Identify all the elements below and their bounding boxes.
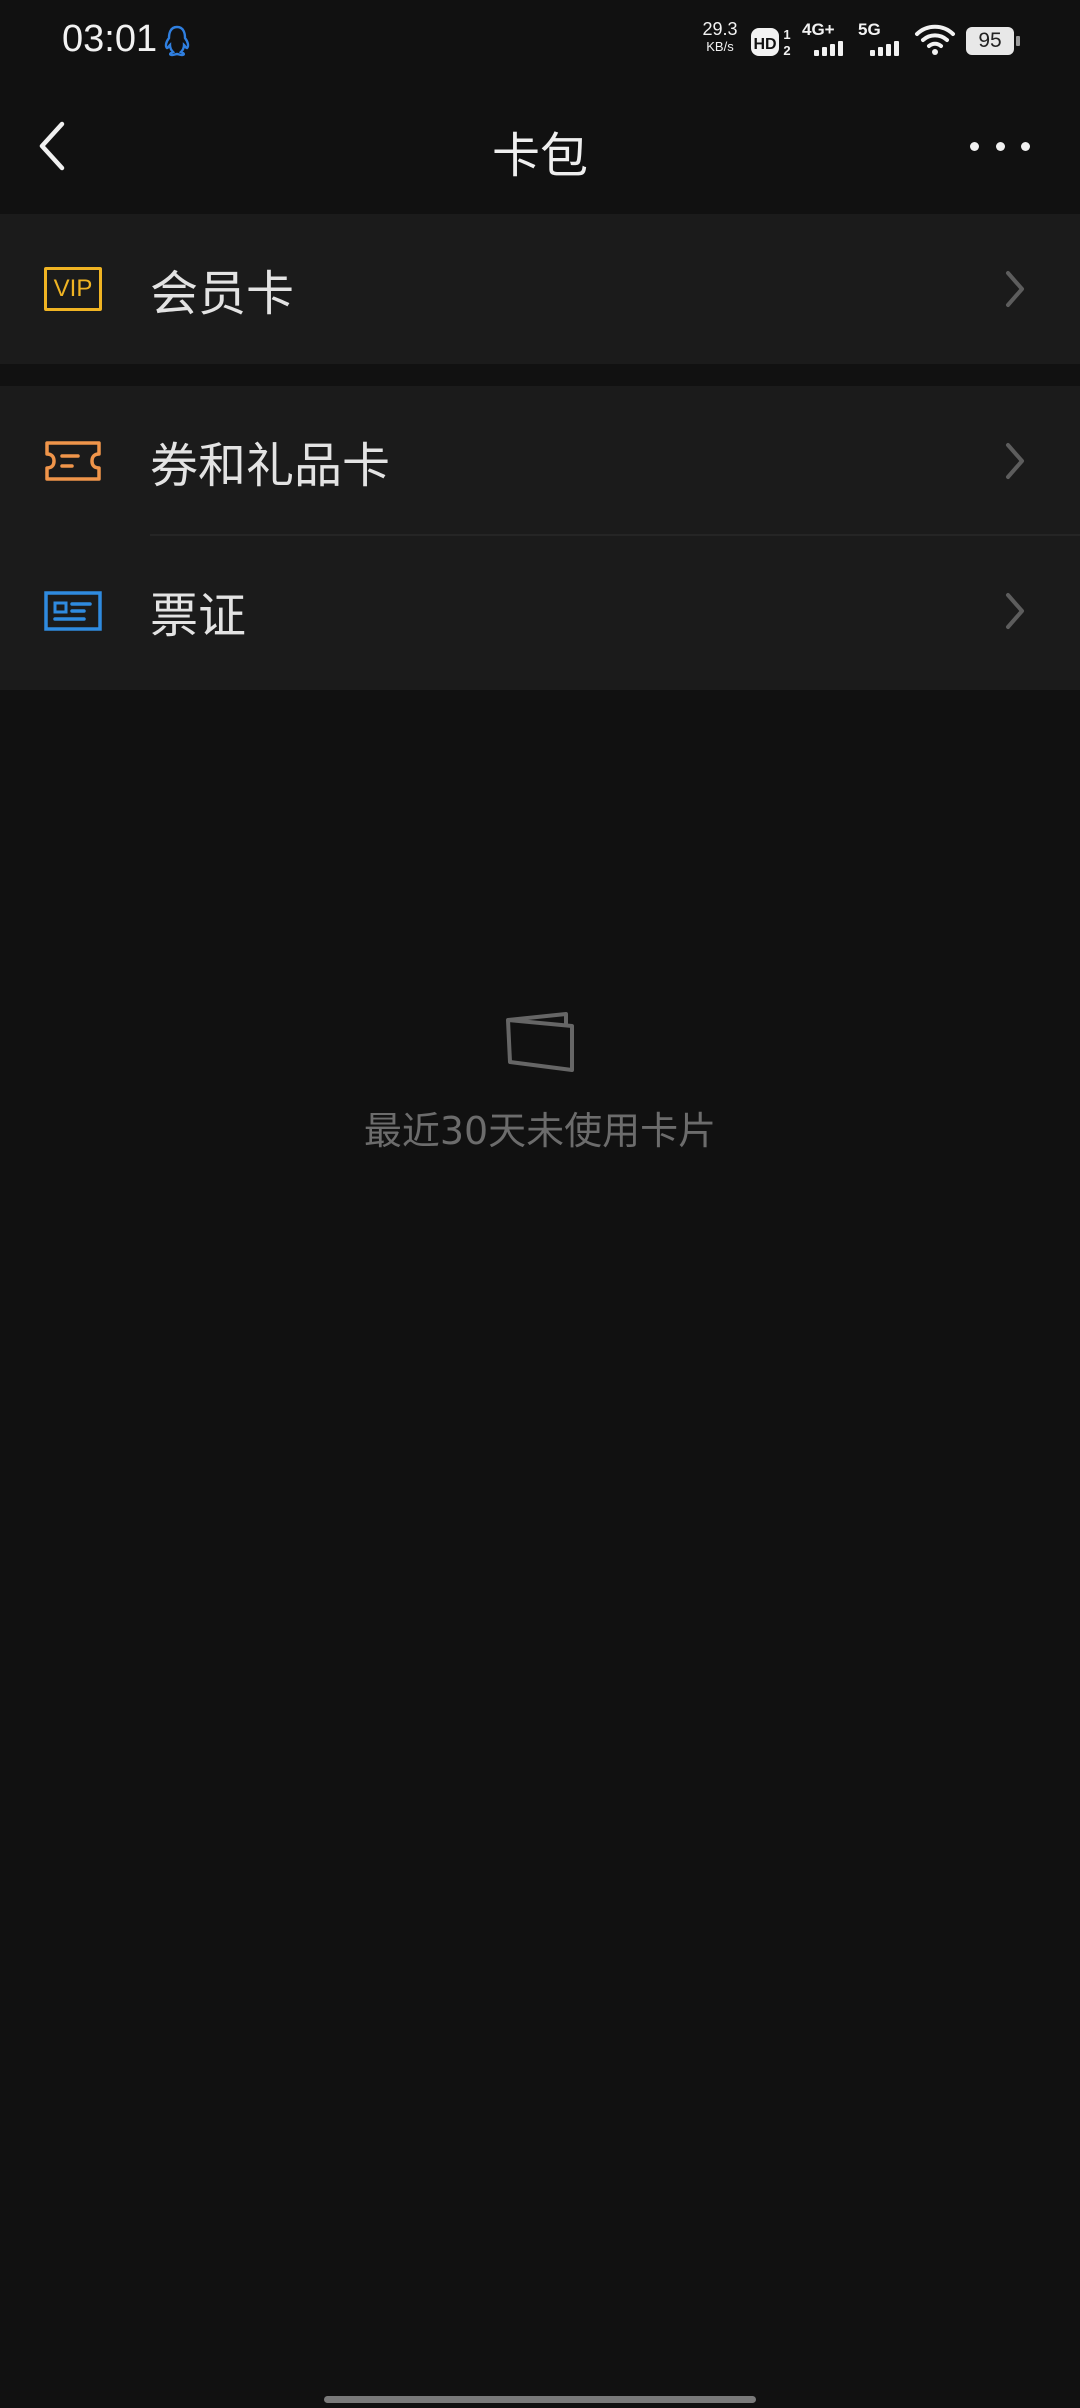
more-dot <box>970 141 979 151</box>
network-speed-unit: KB/s <box>706 39 734 54</box>
chevron-right-icon <box>1006 593 1024 629</box>
home-indicator[interactable] <box>324 2396 756 2403</box>
wifi-icon <box>915 24 955 55</box>
sim2-network-label: 5G <box>858 20 881 39</box>
list-item-label: 券和礼品卡 <box>150 438 391 494</box>
list-item-label: 票证 <box>150 588 247 644</box>
list-section-membership: VIP 会员卡 <box>0 214 1080 364</box>
more-dot <box>995 141 1005 151</box>
hd-sim-top: 1 <box>783 27 790 42</box>
empty-state: 最近30天未使用卡片 <box>0 1010 1080 1155</box>
id-card-icon <box>44 591 102 631</box>
hd-voice-icon: HD 1 2 <box>751 27 791 58</box>
more-dot <box>1021 141 1030 151</box>
list-item-coupons-gift-cards[interactable]: 券和礼品卡 <box>0 386 1080 536</box>
battery-icon: 95 <box>966 27 1020 55</box>
signal-icon: 5G <box>858 20 904 58</box>
list-section-coupons-tickets: 券和礼品卡 票证 <box>0 386 1080 690</box>
network-speed-value: 29.3 <box>702 19 738 39</box>
vip-card-icon: VIP <box>44 267 102 311</box>
header-bar: 卡包 <box>0 80 1080 212</box>
list-item-tickets[interactable]: 票证 <box>0 534 1080 686</box>
status-time: 03:01 <box>62 18 158 60</box>
chevron-right-icon <box>1006 271 1024 307</box>
chevron-right-icon <box>1006 443 1024 479</box>
coupon-ticket-icon <box>45 441 101 481</box>
more-options-button[interactable] <box>970 136 1030 156</box>
page-title: 卡包 <box>491 128 588 184</box>
signal-icon: 4G+ <box>802 20 848 58</box>
list-item-membership-card[interactable]: VIP 会员卡 <box>0 214 1080 364</box>
hd-sim-bottom: 2 <box>783 43 790 58</box>
hd-label: HD <box>753 36 776 53</box>
card-wallet-icon <box>506 1012 574 1072</box>
status-bar: 03:01 29.3 KB/s HD 1 2 4G+ 5G 95 <box>0 0 1080 80</box>
empty-state-message: 最近30天未使用卡片 <box>363 1109 717 1153</box>
network-speed: 29.3 KB/s <box>700 20 740 53</box>
sim1-network-label: 4G+ <box>802 20 835 39</box>
list-item-label: 会员卡 <box>150 266 295 322</box>
qq-penguin-icon <box>164 25 190 57</box>
